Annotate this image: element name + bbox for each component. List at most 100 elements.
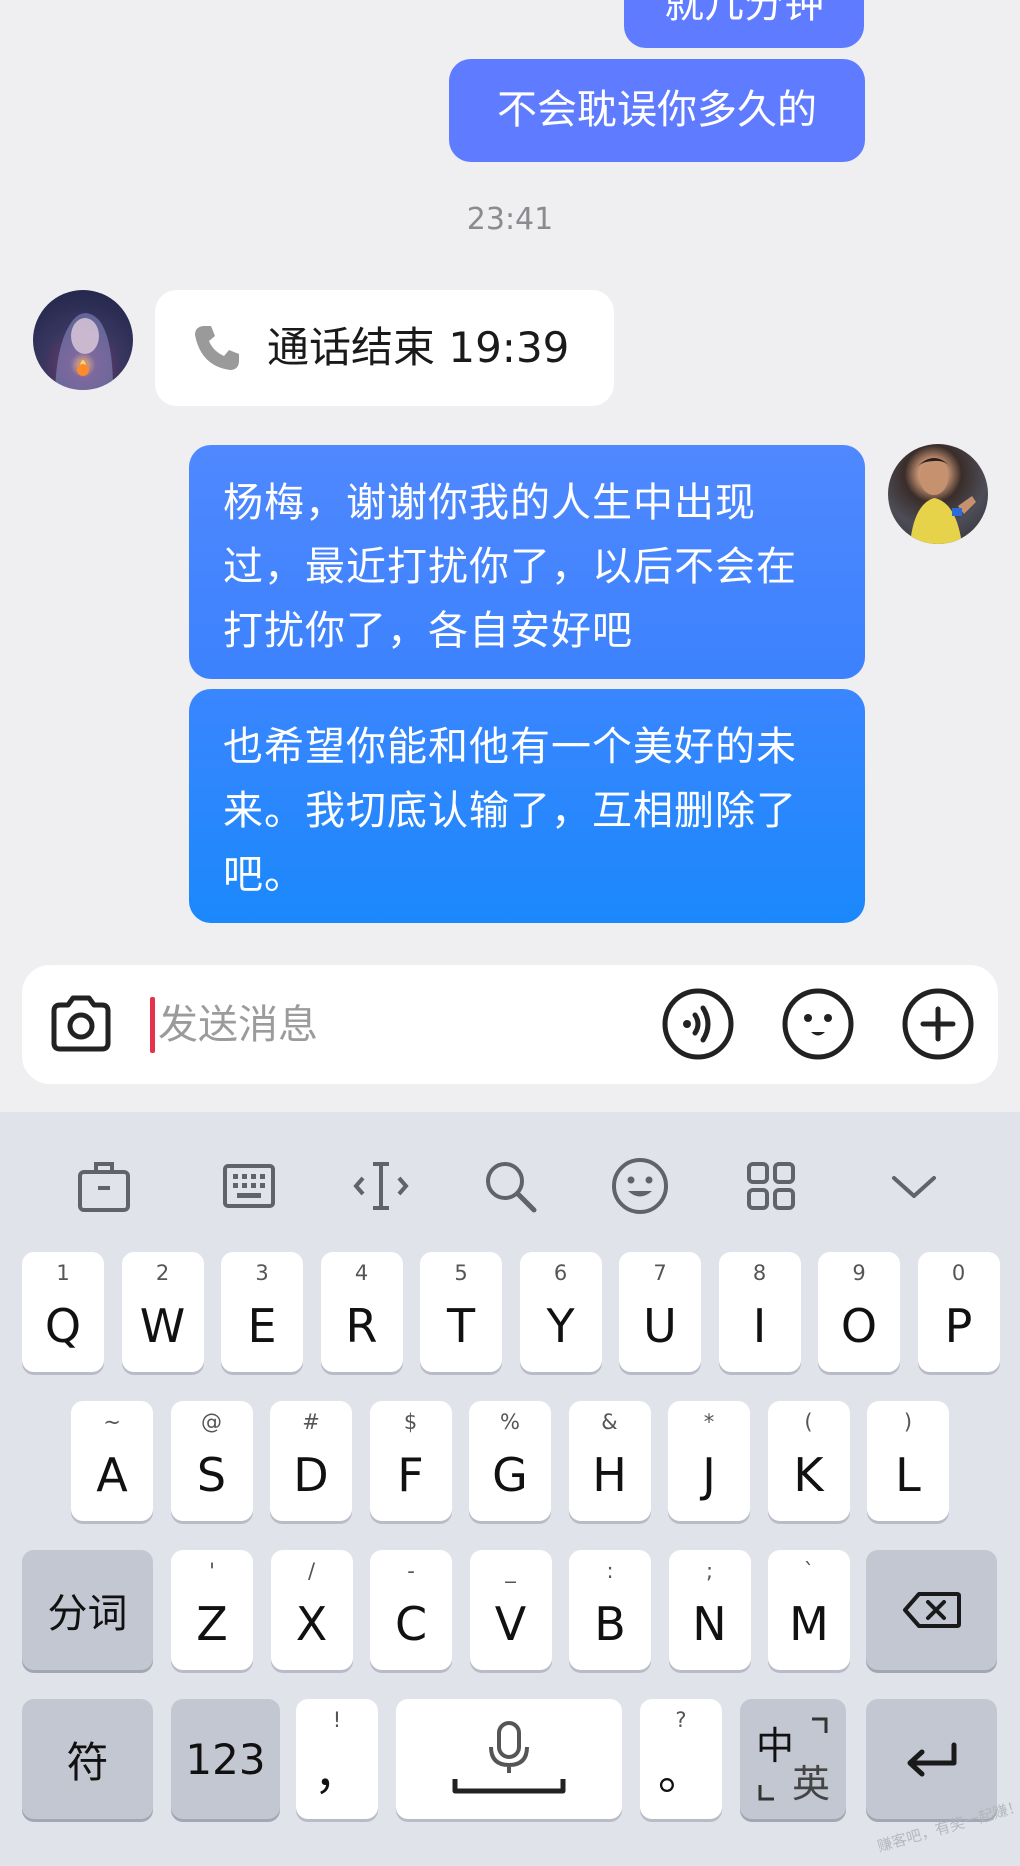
key-y[interactable]: 6Y [519, 1252, 602, 1372]
message-line: 也希望你能和他有一个美好的未 [223, 724, 797, 770]
text-cursor [150, 997, 155, 1053]
key-primary: Q [44, 1299, 82, 1353]
period-key[interactable]: ? 。 [640, 1699, 722, 1819]
key-primary: Z [196, 1597, 228, 1651]
key-primary: O [840, 1299, 878, 1353]
voice-icon[interactable] [661, 987, 735, 1061]
key-secondary: _ [505, 1559, 516, 1583]
collapse-icon[interactable] [884, 1156, 944, 1216]
key-secondary: % [500, 1410, 520, 1434]
camera-icon[interactable] [44, 987, 118, 1061]
key-p[interactable]: 0P [917, 1252, 1000, 1372]
key-t[interactable]: 5T [420, 1252, 502, 1372]
sent-message-bubble[interactable]: 也希望你能和他有一个美好的未 来。我切底认输了，互相删除了 吧。 [189, 689, 865, 923]
key-secondary: ? [675, 1708, 687, 1732]
key-primary: 。 [658, 1746, 704, 1800]
key-secondary: & [601, 1410, 618, 1434]
key-primary: P [944, 1299, 973, 1353]
key-g[interactable]: % G [469, 1401, 551, 1521]
key-m[interactable]: ` M [768, 1550, 850, 1670]
key-j[interactable]: * J [668, 1401, 750, 1521]
key-secondary: $ [403, 1410, 418, 1434]
sent-message-bubble[interactable]: 不会耽误你多久的 [449, 59, 865, 162]
space-key[interactable] [396, 1699, 622, 1819]
emoji-icon[interactable] [781, 987, 855, 1061]
key-secondary: ( [804, 1410, 813, 1434]
message-input[interactable]: 发送消息 [158, 995, 318, 1055]
key-e[interactable]: 3E [221, 1252, 303, 1372]
key-l[interactable]: ) L [867, 1401, 949, 1521]
key-secondary: ; [705, 1559, 714, 1583]
comma-key[interactable]: ! ， [296, 1699, 378, 1819]
chat-area: 就几分钟 不会耽误你多久的 23:41 通话结束 19:39 杨梅，谢谢你我的人… [0, 0, 1020, 1112]
key-d[interactable]: # D [270, 1401, 352, 1521]
key-u[interactable]: 7U [619, 1252, 701, 1372]
key-b[interactable]: :B [569, 1550, 651, 1670]
key-primary: F [397, 1448, 424, 1502]
grid-icon[interactable] [741, 1156, 801, 1216]
key-x[interactable]: / X [270, 1550, 353, 1670]
key-primary: N [692, 1597, 727, 1651]
key-secondary: ' [209, 1559, 215, 1583]
key-primary: S [196, 1448, 227, 1502]
keyboard-icon[interactable] [219, 1156, 279, 1216]
key-secondary: 0 [951, 1261, 966, 1285]
key-primary: D [293, 1448, 329, 1502]
message-line: 吧。 [223, 852, 305, 898]
symbol-key[interactable]: 符 [22, 1699, 153, 1819]
contact-avatar[interactable] [33, 290, 133, 390]
language-bracket-icon [758, 1717, 828, 1801]
backspace-icon-wrap [866, 1550, 997, 1670]
language-switch-key[interactable]: 中 英 [740, 1699, 846, 1819]
key-primary: B [594, 1597, 626, 1651]
my-avatar[interactable] [888, 444, 988, 544]
segment-key-label: 分词 [47, 1591, 128, 1637]
key-primary: A [96, 1448, 128, 1502]
plus-icon[interactable] [901, 987, 975, 1061]
key-n[interactable]: ; N [668, 1550, 751, 1670]
key-c[interactable]: -C [370, 1550, 452, 1670]
key-z[interactable]: ' Z [171, 1550, 253, 1670]
key-primary: T [446, 1299, 476, 1353]
key-w[interactable]: 2W [121, 1252, 204, 1372]
key-secondary: 4 [354, 1261, 369, 1285]
key-k[interactable]: (K [767, 1401, 850, 1521]
key-secondary: 2 [155, 1261, 170, 1285]
key-i[interactable]: 8I [718, 1252, 801, 1372]
call-duration-text: 通话结束 19:39 [267, 323, 570, 372]
backspace-key[interactable] [866, 1550, 997, 1670]
number-key-label: 123 [185, 1734, 266, 1784]
call-record-bubble[interactable]: 通话结束 19:39 [155, 290, 614, 406]
key-primary: ， [314, 1746, 360, 1800]
microphone-icon [452, 1721, 566, 1794]
search-icon[interactable] [480, 1156, 540, 1216]
message-line: 打扰你了，各自安好吧 [223, 608, 633, 654]
key-r[interactable]: 4R [320, 1252, 403, 1372]
key-secondary: ~ [103, 1410, 121, 1434]
sent-message-bubble[interactable]: 就几分钟 [624, 0, 864, 48]
key-secondary: : [606, 1559, 614, 1583]
number-key[interactable]: 123 [171, 1699, 280, 1819]
key-h[interactable]: & H [568, 1401, 651, 1521]
key-secondary: @ [201, 1410, 222, 1434]
key-s[interactable]: @ S [170, 1401, 253, 1521]
contact-avatar-image [55, 313, 113, 390]
key-primary: X [295, 1597, 328, 1651]
key-secondary: ) [903, 1410, 913, 1434]
key-a[interactable]: ~ A [71, 1401, 153, 1521]
key-f[interactable]: $ F [369, 1401, 452, 1521]
sent-message-bubble[interactable]: 杨梅，谢谢你我的人生中出现 过，最近打扰你了，以后不会在 打扰你了，各自安好吧 [189, 445, 865, 679]
message-line: 杨梅，谢谢你我的人生中出现 [223, 480, 756, 526]
my-avatar-image [910, 458, 976, 544]
segment-key[interactable]: 分词 [22, 1550, 153, 1670]
key-q[interactable]: 1Q [22, 1252, 104, 1372]
emoji-icon[interactable] [610, 1156, 670, 1216]
enter-key[interactable] [866, 1699, 997, 1819]
cursor-move-icon[interactable] [351, 1156, 411, 1216]
backspace-icon [902, 1592, 961, 1628]
key-primary: J [702, 1448, 716, 1502]
enter-icon [907, 1742, 956, 1777]
toolbox-icon[interactable] [74, 1156, 134, 1216]
key-o[interactable]: 9O [818, 1252, 900, 1372]
key-v[interactable]: _ V [469, 1550, 552, 1670]
